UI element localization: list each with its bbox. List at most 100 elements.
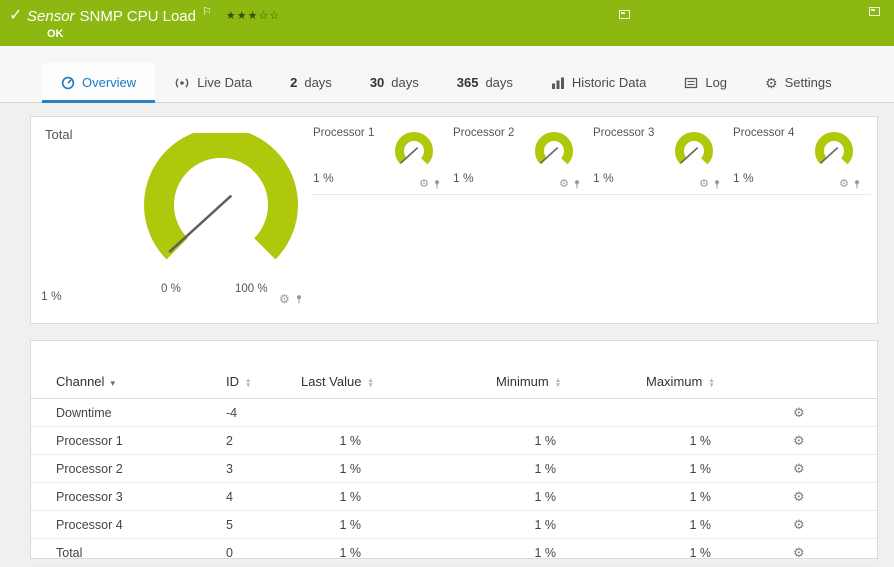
gauge-actions: ⚙ xyxy=(559,179,581,190)
channel-settings-icon[interactable]: ⚙ xyxy=(793,489,805,504)
priority-stars[interactable]: ★★★☆☆ xyxy=(226,10,280,22)
historic-chart-icon xyxy=(551,76,565,90)
tab-365-days[interactable]: 365 days xyxy=(438,63,532,102)
sort-icon[interactable]: ▲▼ xyxy=(708,378,714,388)
channel-settings-icon[interactable]: ⚙ xyxy=(793,517,805,532)
channel-last-value: 1 % xyxy=(301,455,461,483)
channel-minimum: 1 % xyxy=(461,427,616,455)
channel-name: Total xyxy=(31,539,226,567)
gauge-actions: ⚙ xyxy=(839,179,861,190)
pin-icon[interactable] xyxy=(853,179,861,190)
channel-maximum: 1 % xyxy=(616,455,771,483)
total-gauge xyxy=(126,133,316,283)
overview-gauge-icon xyxy=(61,76,75,90)
channel-settings-icon[interactable]: ⚙ xyxy=(793,433,805,448)
table-header-row: Channel ▾ ID ▲▼ Last Value ▲▼ Minimum ▲▼ Max… xyxy=(31,369,877,399)
channel-last-value xyxy=(301,399,461,427)
tab-log[interactable]: Log xyxy=(665,63,746,102)
total-gauge-value: 1 % xyxy=(41,289,62,303)
table-row: Processor 3 4 1 % 1 % 1 % ⚙ xyxy=(31,483,877,511)
channel-name: Processor 1 xyxy=(31,427,226,455)
tab-label: Live Data xyxy=(197,75,252,90)
tab-label: days xyxy=(391,75,418,90)
processor-label: Processor 1 xyxy=(313,127,374,139)
tab-2-days[interactable]: 2 days xyxy=(271,63,351,102)
col-channel[interactable]: Channel xyxy=(56,374,104,389)
gauge-settings-icon[interactable]: ⚙ xyxy=(419,179,429,190)
table-row: Processor 1 2 1 % 1 % 1 % ⚙ xyxy=(31,427,877,455)
gauge-settings-icon[interactable]: ⚙ xyxy=(559,179,569,190)
tab-day-number: 30 xyxy=(370,75,384,90)
sort-icon[interactable]: ▲▼ xyxy=(367,378,373,388)
gauge-settings-icon[interactable]: ⚙ xyxy=(279,293,290,305)
tab-label: Historic Data xyxy=(572,75,646,90)
live-data-icon xyxy=(174,76,190,90)
sort-down-icon: ▼ xyxy=(555,383,561,388)
gauges-panel: Total 1 % 0 % 100 % ⚙ Processor 1 1 % ⚙ xyxy=(30,116,878,324)
col-maximum[interactable]: Maximum xyxy=(646,374,702,389)
sensor-kind-label: Sensor xyxy=(27,8,75,25)
channels-panel: Channel ▾ ID ▲▼ Last Value ▲▼ Minimum ▲▼ Max… xyxy=(30,340,878,559)
channel-maximum: 1 % xyxy=(616,539,771,567)
sort-desc-icon[interactable]: ▾ xyxy=(110,378,115,388)
channel-name: Processor 2 xyxy=(31,455,226,483)
pin-icon[interactable] xyxy=(433,179,441,190)
pin-icon[interactable] xyxy=(573,179,581,190)
channel-id: 5 xyxy=(226,511,301,539)
channel-settings-icon[interactable]: ⚙ xyxy=(793,405,805,420)
gauge-actions: ⚙ xyxy=(699,179,721,190)
sensor-header: ✓ SensorSNMP CPU Load⚐★★★☆☆ OK xyxy=(0,0,894,46)
channel-settings-icon[interactable]: ⚙ xyxy=(793,545,805,560)
gauge-settings-icon[interactable]: ⚙ xyxy=(699,179,709,190)
sort-down-icon: ▼ xyxy=(245,383,251,388)
flag-icon[interactable]: ⚐ xyxy=(202,6,212,18)
channel-id: -4 xyxy=(226,399,301,427)
table-row: Processor 4 5 1 % 1 % 1 % ⚙ xyxy=(31,511,877,539)
channel-maximum: 1 % xyxy=(616,511,771,539)
pin-icon[interactable] xyxy=(713,179,721,190)
channel-maximum: 1 % xyxy=(616,483,771,511)
page-title: Sensor SNMP CPU Load ⚐ ★★★☆☆ xyxy=(27,5,280,25)
channel-minimum: 1 % xyxy=(461,483,616,511)
sensor-name: SNMP CPU Load xyxy=(80,8,196,25)
sort-icon[interactable]: ▲▼ xyxy=(555,378,561,388)
processor-4-tile: Processor 4 1 % ⚙ xyxy=(731,127,871,195)
channel-settings-icon[interactable]: ⚙ xyxy=(793,461,805,476)
channel-id: 0 xyxy=(226,539,301,567)
sort-down-icon: ▼ xyxy=(367,383,373,388)
header-window-icon[interactable] xyxy=(869,7,880,16)
processor-2-tile: Processor 2 1 % ⚙ xyxy=(451,127,591,195)
status-badge: OK xyxy=(47,28,64,40)
processor-1-tile: Processor 1 1 % ⚙ xyxy=(311,127,451,195)
col-last-value[interactable]: Last Value xyxy=(301,374,361,389)
channel-last-value: 1 % xyxy=(301,427,461,455)
gauge-scale-min: 0 % xyxy=(161,283,181,295)
gauge-scale-max: 100 % xyxy=(235,283,268,295)
processor-3-tile: Processor 3 1 % ⚙ xyxy=(591,127,731,195)
stars-filled: ★★★ xyxy=(226,10,259,22)
total-gauge-actions: ⚙ xyxy=(279,293,303,305)
col-id[interactable]: ID xyxy=(226,374,239,389)
col-minimum[interactable]: Minimum xyxy=(496,374,549,389)
tab-settings[interactable]: ⚙ Settings xyxy=(746,63,851,102)
header-screen-icon[interactable] xyxy=(619,10,630,19)
table-row: Downtime -4 ⚙ xyxy=(31,399,877,427)
processor-label: Processor 4 xyxy=(733,127,794,139)
tab-30-days[interactable]: 30 days xyxy=(351,63,438,102)
gauge-settings-icon[interactable]: ⚙ xyxy=(839,179,849,190)
tab-historic-data[interactable]: Historic Data xyxy=(532,63,665,102)
channel-id: 2 xyxy=(226,427,301,455)
processor-value: 1 % xyxy=(313,171,334,185)
tab-overview[interactable]: Overview xyxy=(42,63,155,102)
table-row: Total 0 1 % 1 % 1 % ⚙ xyxy=(31,539,877,567)
tab-live-data[interactable]: Live Data xyxy=(155,63,271,102)
processor-gauges: Processor 1 1 % ⚙ Processor 2 1 % ⚙ xyxy=(311,127,871,195)
channel-minimum xyxy=(461,399,616,427)
processor-label: Processor 2 xyxy=(453,127,514,139)
processor-gauge xyxy=(669,131,719,175)
tab-label: Overview xyxy=(82,75,136,90)
sort-icon[interactable]: ▲▼ xyxy=(245,378,251,388)
table-row: Processor 2 3 1 % 1 % 1 % ⚙ xyxy=(31,455,877,483)
total-gauge-label: Total xyxy=(45,127,72,142)
pin-icon[interactable] xyxy=(295,294,303,305)
